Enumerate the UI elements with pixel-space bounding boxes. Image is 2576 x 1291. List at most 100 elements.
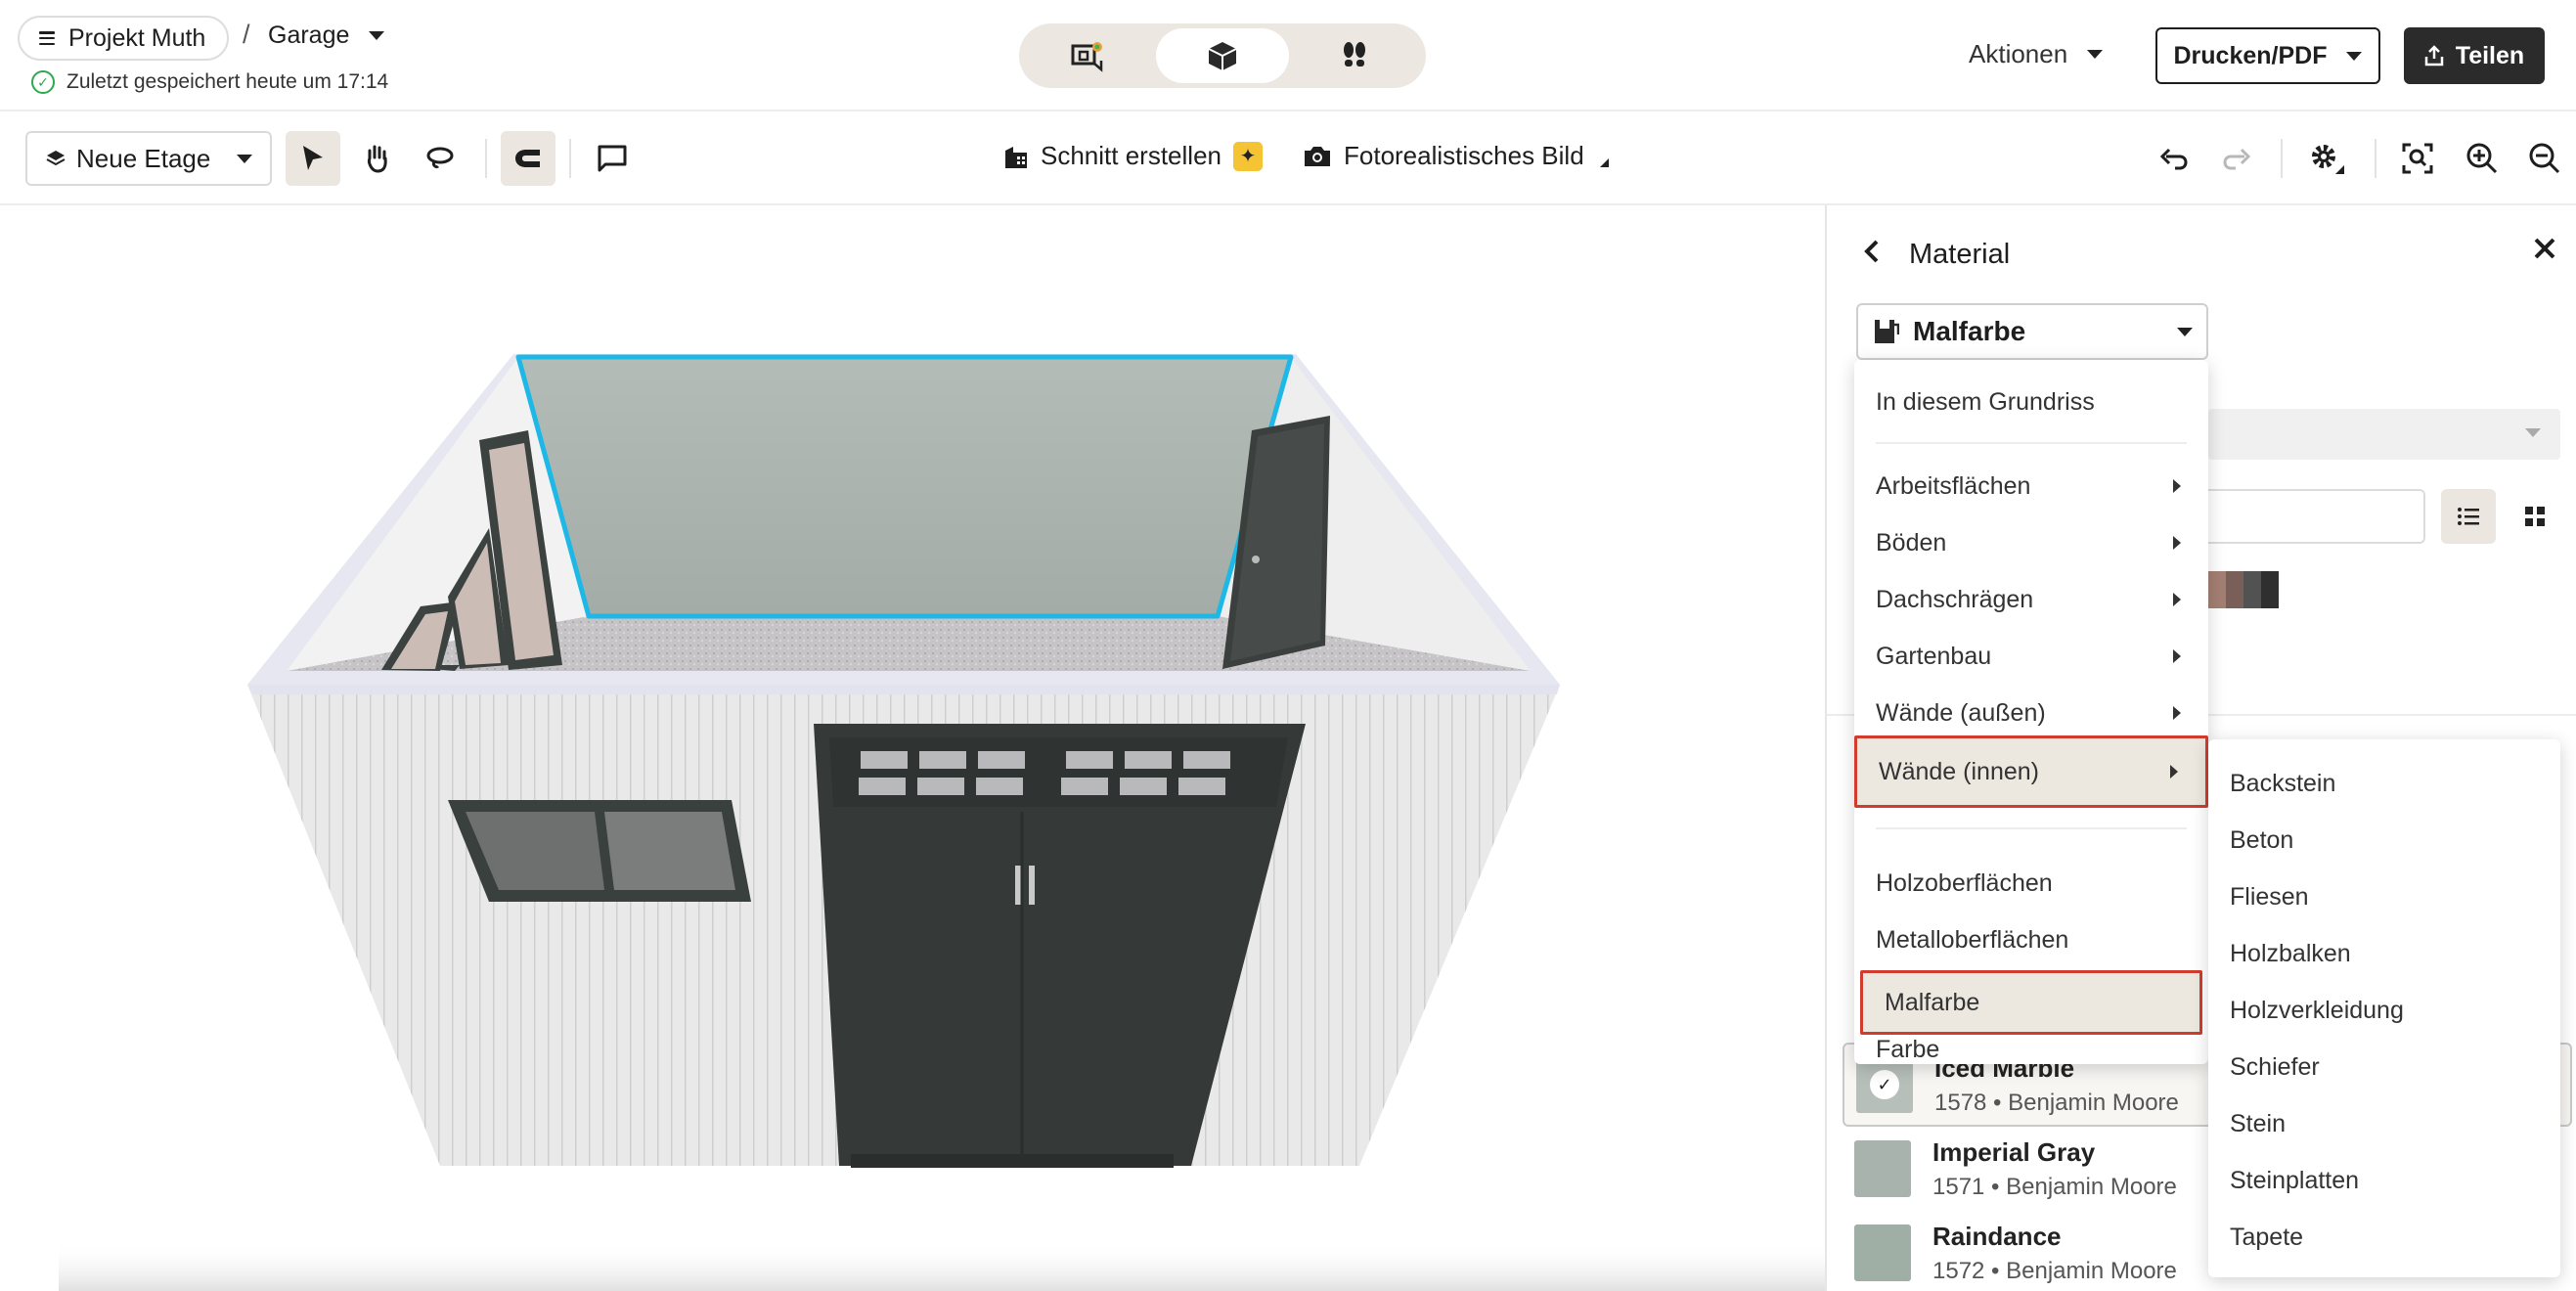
menu-item-label: Böden [1876,528,1947,556]
submenu-item-label: Holzverkleidung [2230,996,2404,1024]
cursor-icon [303,146,323,170]
menu-item-roof-slopes[interactable]: Dachschrägen [1854,571,2208,628]
panel-header: Material [1862,239,2010,271]
garage-3d-model[interactable] [0,205,1825,1291]
zoom-in-button[interactable] [2463,139,2502,178]
color-search-input[interactable] [2208,489,2425,544]
menu-item-label: Metalloberflächen [1876,925,2069,954]
chevron-right-icon [2173,706,2181,720]
actions-menu[interactable]: Aktionen [1969,39,2104,69]
chevron-down-icon [2346,51,2363,61]
undo-icon [2159,148,2188,170]
zoom-out-button[interactable] [2525,139,2564,178]
breadcrumb-separator: / [243,20,250,49]
close-icon [2534,238,2555,259]
menu-item-label: Farbe [1876,1035,1940,1063]
back-arrow-icon[interactable] [1862,239,1882,271]
chevron-right-icon [2173,649,2181,663]
submenu-item-label: Fliesen [2230,882,2309,911]
view-mode-3d-button[interactable] [1156,28,1289,83]
2d-3d-icon [1071,42,1102,72]
color-meta: 1571 • Benjamin Moore [1932,1173,2177,1200]
walkthrough-icon [1344,42,1366,67]
close-panel-button[interactable] [2533,231,2556,269]
menu-item-wood-surfaces[interactable]: Holzoberflächen [1854,855,2208,912]
comment-icon [598,145,627,172]
menu-item-metal-surfaces[interactable]: Metalloberflächen [1854,912,2208,968]
submenu-item-wood-paneling[interactable]: Holzverkleidung [2208,982,2560,1039]
menu-item-label: Wände (außen) [1876,698,2046,727]
menu-item-label: Dachschrägen [1876,585,2034,613]
submenu-item-label: Stein [2230,1109,2286,1137]
settings-button[interactable] [2308,139,2347,178]
undo-button[interactable] [2154,139,2193,178]
magnet-icon [515,150,540,167]
zoom-fit-icon [2402,143,2433,174]
manufacturer-select[interactable] [2208,409,2560,460]
toolbar-divider [2375,139,2376,178]
lasso-tool-button[interactable] [413,131,467,186]
menu-divider [1876,442,2187,444]
submenu-item-label: Holzbalken [2230,939,2351,967]
corner-triangle-icon [1599,158,1609,167]
create-section-button[interactable]: Schnitt erstellen ✦ [1003,141,1263,171]
menu-divider [1876,827,2187,829]
create-section-label: Schnitt erstellen [1041,141,1221,170]
photorealistic-label: Fotorealistisches Bild [1344,141,1584,170]
chevron-right-icon [2170,765,2178,779]
submenu-item-stone-slabs[interactable]: Steinplatten [2208,1152,2560,1209]
floor-selector[interactable]: Garage [268,22,385,50]
snap-magnet-button[interactable] [501,131,555,186]
submenu-item-wallpaper[interactable]: Tapete [2208,1209,2560,1266]
print-pdf-button[interactable]: Drucken/PDF [2155,27,2380,84]
new-floor-button[interactable]: Neue Etage [25,131,272,186]
project-menu-button[interactable]: Projekt Muth [18,16,230,61]
color-name: Imperial Gray [1932,1136,2096,1167]
zoom-fit-button[interactable] [2398,139,2437,178]
submenu-item-tiles[interactable]: Fliesen [2208,868,2560,925]
chevron-down-icon [2177,327,2193,336]
chevron-down-icon [2087,50,2104,59]
color-swatch [1854,1224,1911,1281]
menu-item-interior-walls[interactable]: Wände (innen) [1854,735,2208,808]
project-name: Projekt Muth [68,23,206,52]
paint-bucket-icon [1875,320,1899,343]
color-filter-swatches[interactable] [2208,571,2279,608]
menu-item-worktops[interactable]: Arbeitsflächen [1854,458,2208,514]
menu-item-color[interactable]: Farbe [1854,1025,2208,1074]
submenu-item-label: Beton [2230,825,2294,854]
menu-item-floors[interactable]: Böden [1854,514,2208,571]
menu-item-exterior-walls[interactable]: Wände (außen) [1854,685,2208,741]
submenu-item-label: Steinplatten [2230,1166,2360,1194]
comment-tool-button[interactable] [585,131,640,186]
menu-item-landscaping[interactable]: Gartenbau [1854,628,2208,685]
top-header: Projekt Muth / Garage ✓ Zuletzt gespeich… [0,0,2576,111]
list-view-button[interactable] [2441,489,2496,544]
view-mode-2d-button[interactable] [1024,28,1156,83]
select-tool-button[interactable] [286,131,340,186]
check-icon: ✓ [1870,1070,1899,1099]
share-button[interactable]: Teilen [2404,27,2545,84]
material-category-select[interactable]: Malfarbe [1856,303,2208,360]
toolbar-divider [2281,139,2283,178]
sparkle-icon: ✦ [1232,141,1263,171]
gear-icon [2312,145,2344,174]
color-meta: 1572 • Benjamin Moore [1932,1257,2177,1284]
submenu-item-wood-beams[interactable]: Holzbalken [2208,925,2560,982]
submenu-item-concrete[interactable]: Beton [2208,812,2560,868]
view-mode-walk-button[interactable] [1289,28,1421,83]
chevron-right-icon [2173,593,2181,606]
submenu-item-brick[interactable]: Backstein [2208,755,2560,812]
pan-tool-button[interactable] [350,131,405,186]
chevron-down-icon [237,154,252,163]
layers-icon [46,151,66,166]
photorealistic-image-button[interactable]: Fotorealistisches Bild [1303,141,1609,171]
menu-item-in-this-plan[interactable]: In diesem Grundriss [1854,374,2208,430]
submenu-item-slate[interactable]: Schiefer [2208,1039,2560,1095]
grid-view-button[interactable] [2508,489,2562,544]
3d-view-canvas[interactable] [0,205,1825,1291]
zoom-in-icon [2466,143,2498,174]
submenu-item-stone[interactable]: Stein [2208,1095,2560,1152]
redo-button[interactable] [2218,139,2257,178]
menu-item-label: Holzoberflächen [1876,868,2053,897]
